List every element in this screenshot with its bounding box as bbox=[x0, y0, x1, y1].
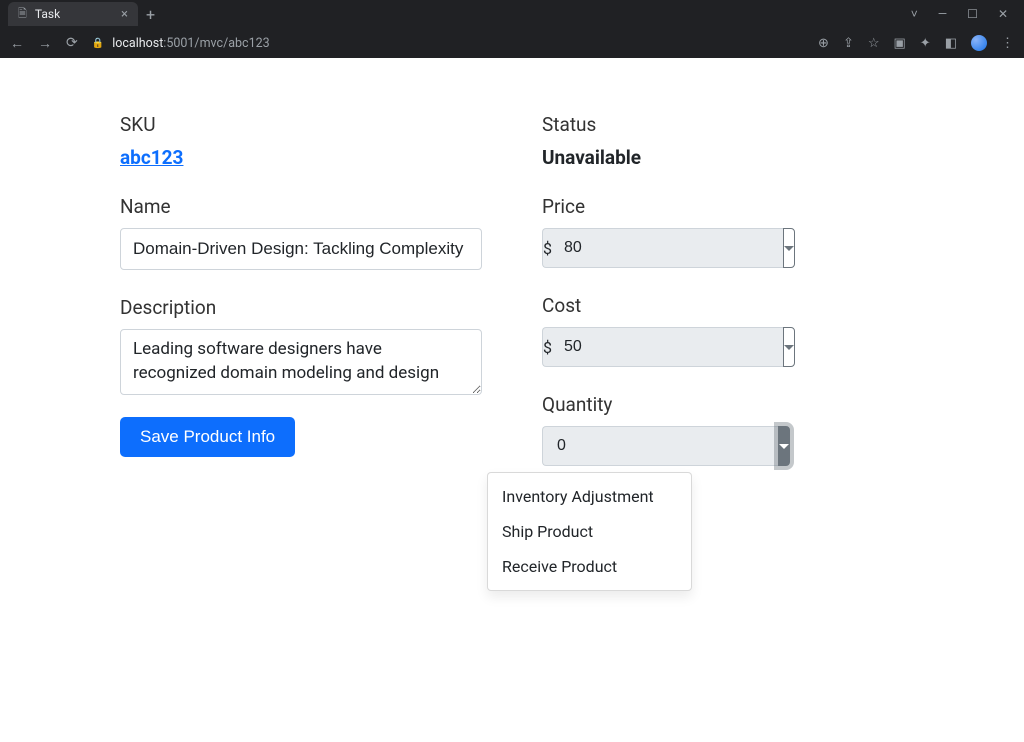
description-textarea[interactable] bbox=[120, 329, 482, 395]
window-controls: ˅ ― ☐ ✕ bbox=[911, 7, 1024, 21]
quantity-label: Quantity bbox=[542, 393, 904, 416]
page-icon: 🗎 bbox=[18, 5, 27, 24]
quantity-group: Inventory Adjustment Ship Product Receiv… bbox=[542, 426, 692, 466]
currency-prefix: $ bbox=[542, 228, 552, 268]
close-window-icon[interactable]: ✕ bbox=[998, 7, 1008, 21]
puzzle-icon[interactable]: ✦ bbox=[920, 36, 931, 51]
description-label: Description bbox=[120, 296, 482, 319]
chevron-down-icon bbox=[784, 345, 794, 350]
menu-item-inventory-adjustment[interactable]: Inventory Adjustment bbox=[488, 479, 691, 514]
zoom-icon[interactable]: ⊕ bbox=[818, 36, 829, 51]
apps-icon[interactable]: ◧ bbox=[945, 36, 957, 51]
price-group: $ bbox=[542, 228, 732, 268]
chevron-down-icon bbox=[779, 444, 789, 449]
back-icon[interactable]: ← bbox=[10, 35, 24, 52]
browser-tab[interactable]: 🗎 Task × bbox=[8, 2, 138, 26]
maximize-icon[interactable]: ☐ bbox=[967, 7, 978, 21]
minimize-icon[interactable]: ― bbox=[938, 7, 947, 21]
left-column: SKU abc123 Name Description Save Product… bbox=[120, 113, 482, 492]
chevron-down-icon[interactable]: ˅ bbox=[911, 7, 918, 21]
url-bar[interactable]: 🔒 localhost:5001/mvc/abc123 bbox=[92, 36, 804, 51]
menu-item-ship-product[interactable]: Ship Product bbox=[488, 514, 691, 549]
price-input[interactable] bbox=[552, 228, 783, 268]
page-content: SKU abc123 Name Description Save Product… bbox=[0, 58, 1024, 492]
cost-group: $ bbox=[542, 327, 732, 367]
forward-icon[interactable]: → bbox=[38, 35, 52, 52]
cost-input[interactable] bbox=[552, 327, 783, 367]
currency-prefix: $ bbox=[542, 327, 552, 367]
url-host: localhost bbox=[112, 36, 163, 51]
url-path: :5001/mvc/abc123 bbox=[163, 36, 269, 51]
new-tab-button[interactable]: + bbox=[146, 5, 155, 24]
name-input[interactable] bbox=[120, 228, 482, 270]
status-label: Status bbox=[542, 113, 904, 136]
browser-chrome: 🗎 Task × + ˅ ― ☐ ✕ ← → ⟳ 🔒 localhost:500… bbox=[0, 0, 1024, 58]
avatar[interactable] bbox=[971, 35, 987, 51]
address-bar: ← → ⟳ 🔒 localhost:5001/mvc/abc123 ⊕ ⇪ ☆ … bbox=[0, 28, 1024, 58]
star-icon[interactable]: ☆ bbox=[868, 36, 880, 51]
name-label: Name bbox=[120, 195, 482, 218]
kebab-menu-icon[interactable]: ⋮ bbox=[1001, 36, 1014, 51]
close-icon[interactable]: × bbox=[121, 7, 128, 22]
status-value: Unavailable bbox=[542, 146, 904, 169]
quantity-input[interactable] bbox=[542, 426, 778, 466]
sku-label: SKU bbox=[120, 113, 482, 136]
lock-icon: 🔒 bbox=[92, 38, 104, 49]
tab-title: Task bbox=[35, 7, 60, 21]
sku-link[interactable]: abc123 bbox=[120, 146, 183, 169]
quantity-dropdown-toggle[interactable] bbox=[778, 426, 790, 466]
share-icon[interactable]: ⇪ bbox=[843, 36, 854, 51]
right-column: Status Unavailable Price $ Cost $ Quanti… bbox=[542, 113, 904, 492]
tab-bar: 🗎 Task × + ˅ ― ☐ ✕ bbox=[0, 0, 1024, 28]
price-label: Price bbox=[542, 195, 904, 218]
cost-label: Cost bbox=[542, 294, 904, 317]
menu-item-receive-product[interactable]: Receive Product bbox=[488, 549, 691, 584]
cost-dropdown-toggle[interactable] bbox=[783, 327, 795, 367]
save-button[interactable]: Save Product Info bbox=[120, 417, 295, 457]
price-dropdown-toggle[interactable] bbox=[783, 228, 795, 268]
quantity-dropdown-menu: Inventory Adjustment Ship Product Receiv… bbox=[487, 472, 692, 591]
chevron-down-icon bbox=[784, 246, 794, 251]
reload-icon[interactable]: ⟳ bbox=[66, 35, 78, 51]
extension-icon[interactable]: ▣ bbox=[894, 36, 906, 51]
